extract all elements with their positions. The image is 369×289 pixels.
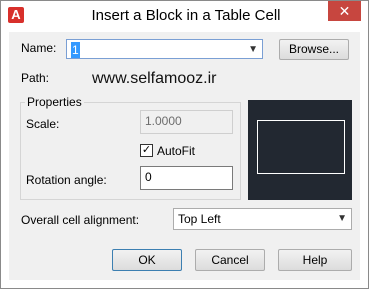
path-value: www.selfamooz.ir: [92, 70, 217, 87]
alignment-dropdown[interactable]: Top Left ▼: [173, 208, 352, 230]
autofit-checkbox[interactable]: ✓: [140, 144, 153, 157]
name-dropdown[interactable]: 1 ▼: [66, 39, 263, 59]
alignment-value: Top Left: [178, 212, 221, 226]
name-value: 1: [71, 42, 80, 58]
browse-button[interactable]: Browse...: [279, 39, 349, 60]
rotation-input[interactable]: 0: [140, 166, 233, 190]
path-label: Path:: [21, 71, 50, 85]
dialog-content: Name: 1 ▼ Browse... Path: www.selfamooz.…: [9, 32, 360, 280]
title-bar[interactable]: A Insert a Block in a Table Cell ✕: [1, 1, 368, 31]
alignment-label: Overall cell alignment:: [21, 213, 140, 227]
name-label: Name:: [21, 41, 57, 55]
scale-input: 1.0000: [140, 110, 233, 134]
block-preview: [248, 100, 352, 200]
autocad-logo-icon: A: [8, 7, 24, 23]
chevron-down-icon: ▼: [337, 213, 347, 224]
ok-button[interactable]: OK: [112, 249, 182, 271]
help-button[interactable]: Help: [278, 249, 352, 271]
preview-rectangle: [257, 120, 345, 174]
autofit-label[interactable]: AutoFit: [157, 144, 195, 158]
dialog-title: Insert a Block in a Table Cell: [91, 7, 281, 24]
rotation-label: Rotation angle:: [26, 173, 107, 187]
cancel-button[interactable]: Cancel: [195, 249, 265, 271]
properties-group-label: Properties: [25, 95, 84, 109]
dialog-window: A Insert a Block in a Table Cell ✕ Name:…: [0, 0, 369, 289]
chevron-down-icon: ▼: [248, 44, 258, 55]
scale-label: Scale:: [26, 117, 60, 131]
close-button[interactable]: ✕: [328, 1, 361, 21]
